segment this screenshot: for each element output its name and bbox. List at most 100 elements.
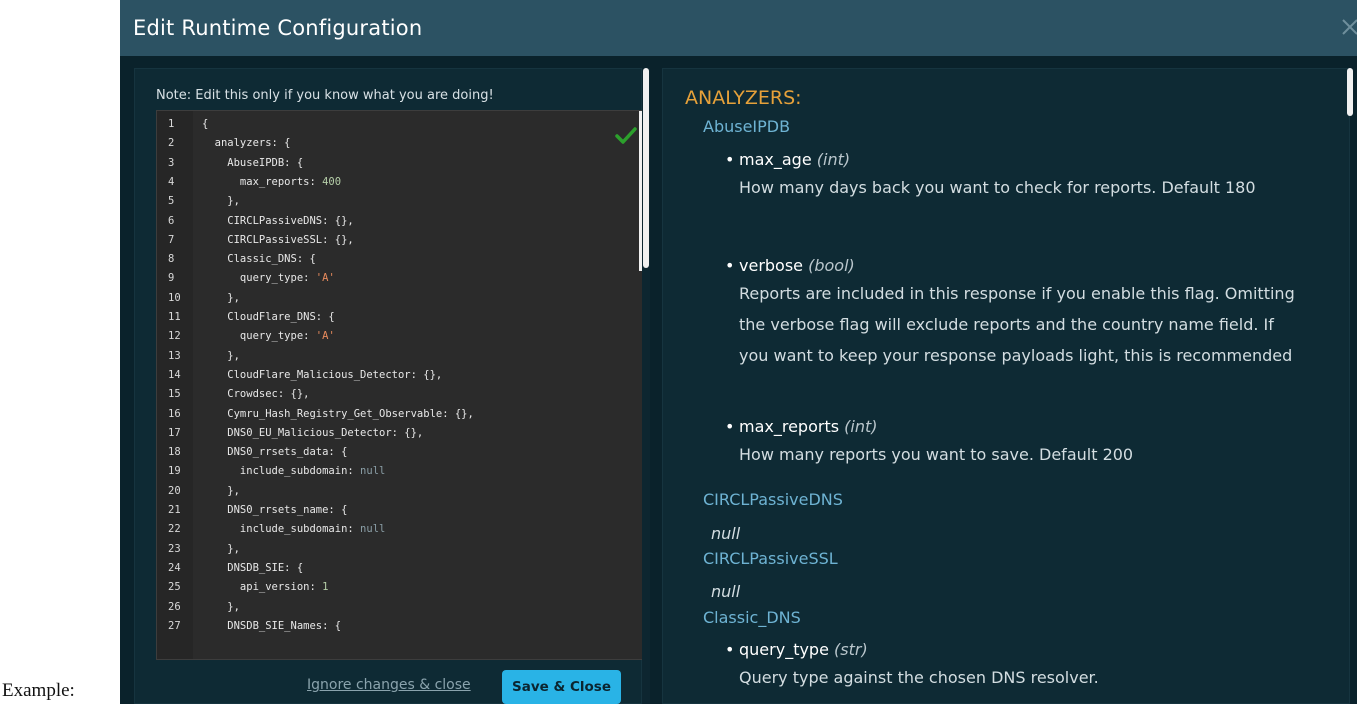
code-key: }, [202, 291, 240, 304]
line-number: 26 [168, 600, 181, 613]
code-line[interactable]: 2 analyzers: { [157, 134, 643, 153]
code-key: include_subdomain: [202, 465, 361, 478]
code-line[interactable]: 16 Cymru_Hash_Registry_Get_Observable: {… [157, 405, 643, 424]
param-description: Query type against the chosen DNS resolv… [739, 668, 1099, 687]
line-number: 9 [168, 272, 175, 285]
code-text: query_type: 'A' [202, 269, 335, 288]
right-scrollbar-thumb[interactable] [1347, 68, 1353, 116]
param-name: query_type [739, 640, 829, 659]
code-text: }, [202, 540, 240, 559]
code-line[interactable]: 6 CIRCLPassiveDNS: {}, [157, 212, 643, 231]
line-number: 11 [168, 311, 181, 323]
code-key: api_version: [202, 581, 323, 594]
code-key: Cymru_Hash_Registry_Get_Observable: {}, [202, 407, 474, 420]
code-value: 'A' [315, 272, 335, 285]
code-key: CloudFlare_DNS: { [202, 311, 335, 323]
code-key: max_reports: [202, 175, 323, 188]
code-text: DNS0_rrsets_data: { [202, 443, 347, 462]
code-text: CIRCLPassiveSSL: {}, [202, 231, 354, 250]
code-key: }, [202, 542, 240, 555]
code-line[interactable]: 18 DNS0_rrsets_data: { [157, 443, 643, 462]
param-item: • max_age (int) How many days back you wa… [725, 148, 1325, 203]
code-key: { [202, 118, 209, 130]
code-text: }, [202, 482, 240, 501]
code-key: }, [202, 484, 240, 497]
code-value: null [360, 523, 386, 536]
line-number: 3 [168, 156, 175, 169]
code-line[interactable]: 1{ [157, 115, 643, 134]
line-number: 22 [168, 523, 181, 536]
code-key: DNSDB_SIE: { [202, 561, 304, 574]
line-number: 2 [168, 137, 175, 150]
code-line[interactable]: 9 query_type: 'A' [157, 269, 643, 288]
code-text: }, [202, 598, 240, 617]
code-line[interactable]: 22 include_subdomain: null [157, 520, 643, 539]
code-text: CloudFlare_Malicious_Detector: {}, [202, 366, 442, 385]
line-number: 4 [168, 175, 175, 188]
code-line[interactable]: 24 DNSDB_SIE: { [157, 559, 643, 578]
param-item: • query_type (str) Query type against the… [725, 638, 1325, 693]
bullet-icon: • [725, 256, 735, 275]
param-name: max_age [739, 150, 812, 169]
param-type: (str) [834, 640, 868, 659]
code-line[interactable]: 23 }, [157, 540, 643, 559]
line-number: 20 [168, 484, 181, 497]
code-key: CIRCLPassiveSSL: {}, [202, 233, 354, 246]
code-line[interactable]: 3 AbuseIPDB: { [157, 154, 643, 173]
code-text: query_type: 'A' [202, 327, 335, 346]
code-line[interactable]: 5 }, [157, 192, 643, 211]
code-line[interactable]: 26 }, [157, 598, 643, 617]
null-value: null [711, 524, 741, 543]
line-number: 7 [168, 233, 175, 246]
code-text: DNSDB_SIE_Names: { [202, 617, 341, 636]
json-code-editor[interactable]: 1{2 analyzers: {3 AbuseIPDB: {4 max_repo… [156, 110, 644, 660]
code-line[interactable]: 7 CIRCLPassiveSSL: {}, [157, 231, 643, 250]
code-line[interactable]: 14 CloudFlare_Malicious_Detector: {}, [157, 366, 643, 385]
line-number: 24 [168, 561, 181, 574]
code-line[interactable]: 12 query_type: 'A' [157, 327, 643, 346]
param-item: • verbose (bool) Reports are included in … [725, 254, 1325, 371]
code-text: DNS0_EU_Malicious_Detector: {}, [202, 424, 423, 443]
analyzer-name: CIRCLPassiveDNS [703, 490, 843, 509]
code-line[interactable]: 25 api_version: 1 [157, 578, 643, 597]
code-line[interactable]: 8 Classic_DNS: { [157, 250, 643, 269]
code-line[interactable]: 21 DNS0_rrsets_name: { [157, 501, 643, 520]
code-text: AbuseIPDB: { [202, 154, 303, 173]
section-title: ANALYZERS: [685, 87, 802, 109]
code-line[interactable]: 11 CloudFlare_DNS: { [157, 308, 643, 327]
code-text: api_version: 1 [202, 578, 329, 597]
code-text: Cymru_Hash_Registry_Get_Observable: {}, [202, 405, 474, 424]
code-value: 'A' [315, 330, 335, 343]
code-line[interactable]: 10 }, [157, 289, 643, 308]
code-text: }, [202, 347, 240, 366]
code-key: Crowdsec: {}, [202, 388, 310, 401]
left-panel-scrollbar[interactable] [642, 68, 650, 704]
code-text: DNS0_rrsets_name: { [202, 501, 347, 520]
code-text: max_reports: 400 [202, 173, 341, 192]
code-line[interactable]: 13 }, [157, 347, 643, 366]
code-line[interactable]: 17 DNS0_EU_Malicious_Detector: {}, [157, 424, 643, 443]
line-number: 17 [168, 426, 181, 439]
save-and-close-button[interactable]: Save & Close [502, 670, 621, 704]
code-line[interactable]: 4 max_reports: 400 [157, 173, 643, 192]
code-key: }, [202, 600, 240, 613]
code-text: CloudFlare_DNS: { [202, 308, 335, 327]
right-panel-scrollbar[interactable] [1346, 68, 1354, 704]
code-text: analyzers: { [202, 134, 291, 153]
null-value: null [711, 582, 741, 601]
line-number: 19 [168, 465, 181, 478]
close-icon[interactable] [1339, 16, 1357, 38]
code-text: DNSDB_SIE: { [202, 559, 303, 578]
bullet-icon: • [725, 417, 735, 436]
ignore-changes-link[interactable]: Ignore changes & close [307, 677, 471, 693]
line-number: 12 [168, 330, 181, 343]
code-value: null [360, 465, 386, 478]
code-text: Classic_DNS: { [202, 250, 316, 269]
analyzer-name: CIRCLPassiveSSL [703, 549, 838, 568]
left-scrollbar-thumb[interactable] [643, 68, 649, 268]
code-line[interactable]: 27 DNSDB_SIE_Names: { [157, 617, 643, 636]
code-line[interactable]: 20 }, [157, 482, 643, 501]
code-text: { [202, 115, 208, 134]
code-line[interactable]: 15 Crowdsec: {}, [157, 385, 643, 404]
code-line[interactable]: 19 include_subdomain: null [157, 462, 643, 481]
